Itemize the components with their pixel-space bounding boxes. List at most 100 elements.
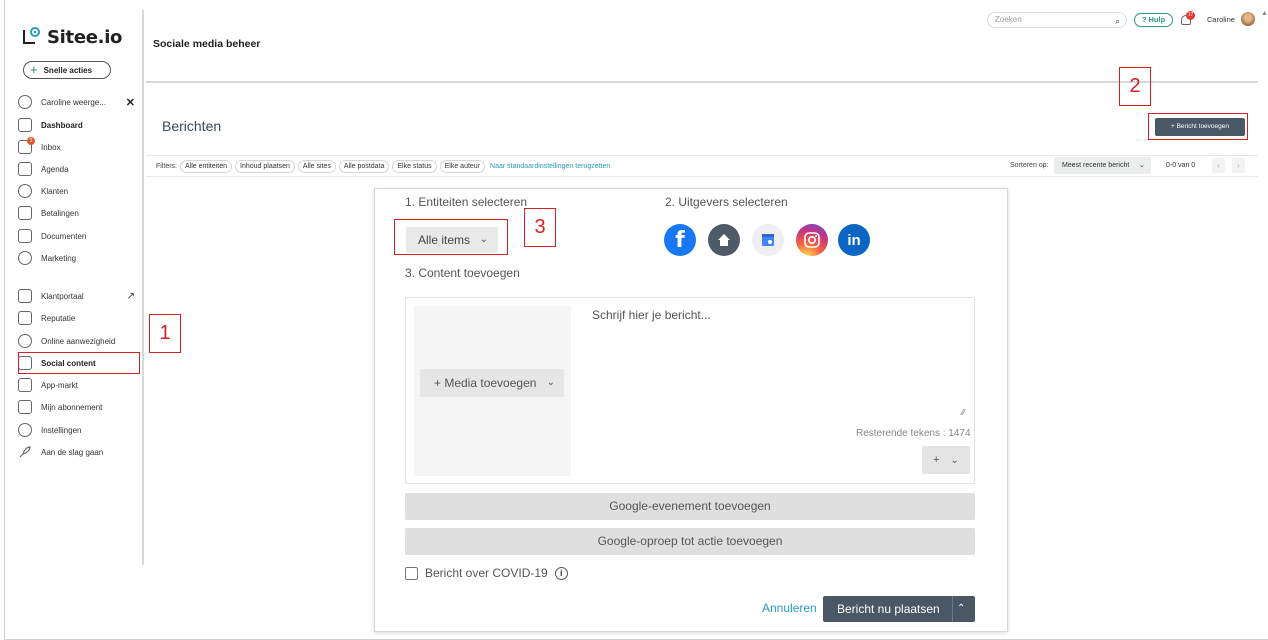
sidebar-item-klantportaal[interactable]: Klantportaal ↗ (18, 286, 139, 306)
content-editor: + Media toevoegen ⌄ Schrijf hier je beri… (405, 297, 975, 484)
sidebar-item-mijn-abonnement[interactable]: Mijn abonnement (18, 397, 139, 417)
sidebar-item-instellingen[interactable]: Instellingen (18, 420, 139, 440)
sidebar-item-label: Caroline weerge... (41, 97, 106, 107)
sort-label: Sorteren op: (1010, 162, 1049, 169)
scroll-up-icon[interactable]: ▲ (1261, 10, 1268, 17)
notification-badge: 17 (1186, 11, 1195, 20)
annotation-box-1 (18, 352, 140, 374)
filter-status[interactable]: Elke status (392, 159, 437, 173)
globe-icon (18, 334, 32, 348)
sidebar-item-label: Klanten (41, 186, 69, 196)
user-icon (18, 95, 32, 109)
covid-label: Bericht over COVID-19 (425, 566, 548, 580)
step-content-label: 3. Content toevoegen (405, 266, 520, 280)
content-title: Berichten (162, 118, 222, 134)
quick-actions-button[interactable]: + Snelle acties (23, 61, 111, 79)
info-icon[interactable]: i (554, 566, 568, 580)
gear-icon (18, 423, 32, 437)
sidebar-item-label: Mijn abonnement (41, 402, 103, 412)
users-icon (18, 184, 32, 198)
google-cta-button[interactable]: Google-oproep tot actie toevoegen (405, 528, 975, 555)
remaining-characters: Resterende tekens : 1474 (856, 428, 971, 439)
sidebar-item-label: Marketing (41, 253, 77, 263)
help-button[interactable]: ? Hulp (1134, 13, 1173, 27)
search-icon[interactable]: ⌕ (1115, 14, 1120, 28)
filter-entities[interactable]: Alle entiteiten (180, 159, 233, 173)
sidebar-item-klanten[interactable]: Klanten (18, 181, 139, 201)
google-business-icon[interactable] (752, 224, 784, 256)
sidebar-item-label: App-markt (41, 380, 78, 390)
sidebar-item-marketing[interactable]: Marketing (18, 248, 139, 268)
external-link-icon[interactable]: ↗ (127, 291, 135, 302)
add-extra-button[interactable]: + ⌄ (922, 446, 970, 474)
filter-dates[interactable]: Alle postdata (338, 159, 390, 173)
annotation-number-2: 2 (1129, 75, 1141, 97)
plus-icon: + (30, 62, 38, 77)
add-extra-label: + (933, 454, 940, 466)
post-now-label: Bericht nu plaatsen (837, 602, 940, 616)
instagram-icon[interactable] (796, 224, 828, 256)
covid-option: Bericht over COVID-19 i (405, 566, 568, 580)
search-input[interactable]: Zoeken ⌕ (987, 12, 1127, 28)
annotation-number-3: 3 (534, 216, 546, 238)
scrollbar[interactable]: ▲ (1261, 10, 1268, 100)
notifications-button[interactable]: 17 (1180, 11, 1195, 25)
filter-sites[interactable]: Alle sites (297, 159, 336, 173)
prev-page-button[interactable]: ‹ (1212, 158, 1225, 173)
resize-handle-icon[interactable]: ⁄⁄ (962, 408, 965, 417)
inbox-icon: 3 (18, 137, 35, 154)
sort-value: Meest recente bericht (1062, 162, 1130, 169)
message-textarea[interactable]: Schrijf hier je bericht... (592, 308, 711, 322)
calendar-icon (18, 162, 32, 176)
top-header: Sociale media beheer Zoeken ⌕ ? Hulp 17 … (146, 10, 1258, 83)
clipboard-icon (18, 400, 32, 414)
result-count: 0-0 van 0 (1166, 162, 1196, 169)
step-entities-label: 1. Entiteiten selecteren (405, 195, 528, 209)
linkedin-icon[interactable]: in (838, 224, 870, 256)
add-media-button[interactable]: + Media toevoegen ⌄ (420, 369, 564, 397)
home-icon[interactable] (708, 224, 740, 256)
search-placeholder: Zoeken (995, 15, 1022, 24)
sidebar-item-dashboard[interactable]: Dashboard (18, 115, 139, 135)
annotation-number-1: 1 (159, 322, 171, 344)
portal-icon (18, 289, 32, 303)
chevron-up-icon[interactable]: ⌃ (957, 596, 965, 622)
user-name[interactable]: Caroline (1207, 15, 1235, 24)
covid-checkbox[interactable] (405, 566, 418, 580)
sidebar-item-reputatie[interactable]: Reputatie (18, 308, 139, 328)
google-event-button[interactable]: Google-evenement toevoegen (405, 493, 975, 520)
sidebar-item-inbox[interactable]: 3 Inbox (18, 137, 139, 157)
inbox-badge: 3 (27, 137, 35, 145)
avatar[interactable] (1241, 12, 1255, 26)
sidebar: Sitee.io + Snelle acties Caroline weerge… (5, 10, 144, 565)
filter-content[interactable]: Inhoud plaatsen (235, 159, 295, 173)
post-now-button[interactable]: Bericht nu plaatsen ⌃ (823, 596, 975, 622)
store-icon (18, 378, 32, 392)
sidebar-item-documenten[interactable]: Documenten (18, 226, 139, 246)
sidebar-item-label: Klantportaal (41, 291, 84, 301)
next-page-button[interactable]: › (1232, 158, 1245, 173)
facebook-icon[interactable]: f (664, 224, 696, 256)
sidebar-item-betalingen[interactable]: Betalingen (18, 203, 139, 223)
sidebar-item-app-markt[interactable]: App-markt (18, 375, 139, 395)
sidebar-item-aan-de-slag[interactable]: Aan de slag gaan (18, 442, 139, 462)
sidebar-item-user-view[interactable]: Caroline weerge... ✕ (18, 92, 139, 112)
chevron-down-icon: ⌄ (1139, 162, 1145, 169)
sort-select[interactable]: Meest recente bericht ⌄ (1054, 157, 1151, 174)
annotation-box-2 (1148, 113, 1248, 140)
sidebar-item-label: Inbox (41, 142, 61, 152)
close-icon[interactable]: ✕ (126, 96, 135, 109)
rocket-icon (18, 445, 32, 459)
sidebar-item-agenda[interactable]: Agenda (18, 159, 139, 179)
filter-author[interactable]: Elke auteur (439, 159, 486, 173)
sidebar-item-label: Documenten (41, 231, 87, 241)
sidebar-item-online-aanwezigheid[interactable]: Online aanwezigheid (18, 331, 139, 351)
cancel-button[interactable]: Annuleren (762, 601, 817, 615)
page-title: Sociale media beheer (153, 38, 261, 50)
reset-filters-link[interactable]: Naar standaardinstellingen terugzetten (490, 163, 610, 170)
target-icon (18, 251, 32, 265)
sidebar-item-label: Online aanwezigheid (41, 336, 116, 346)
sidebar-item-label: Agenda (41, 164, 69, 174)
logo-icon (21, 26, 43, 48)
logo[interactable]: Sitee.io (21, 24, 122, 50)
